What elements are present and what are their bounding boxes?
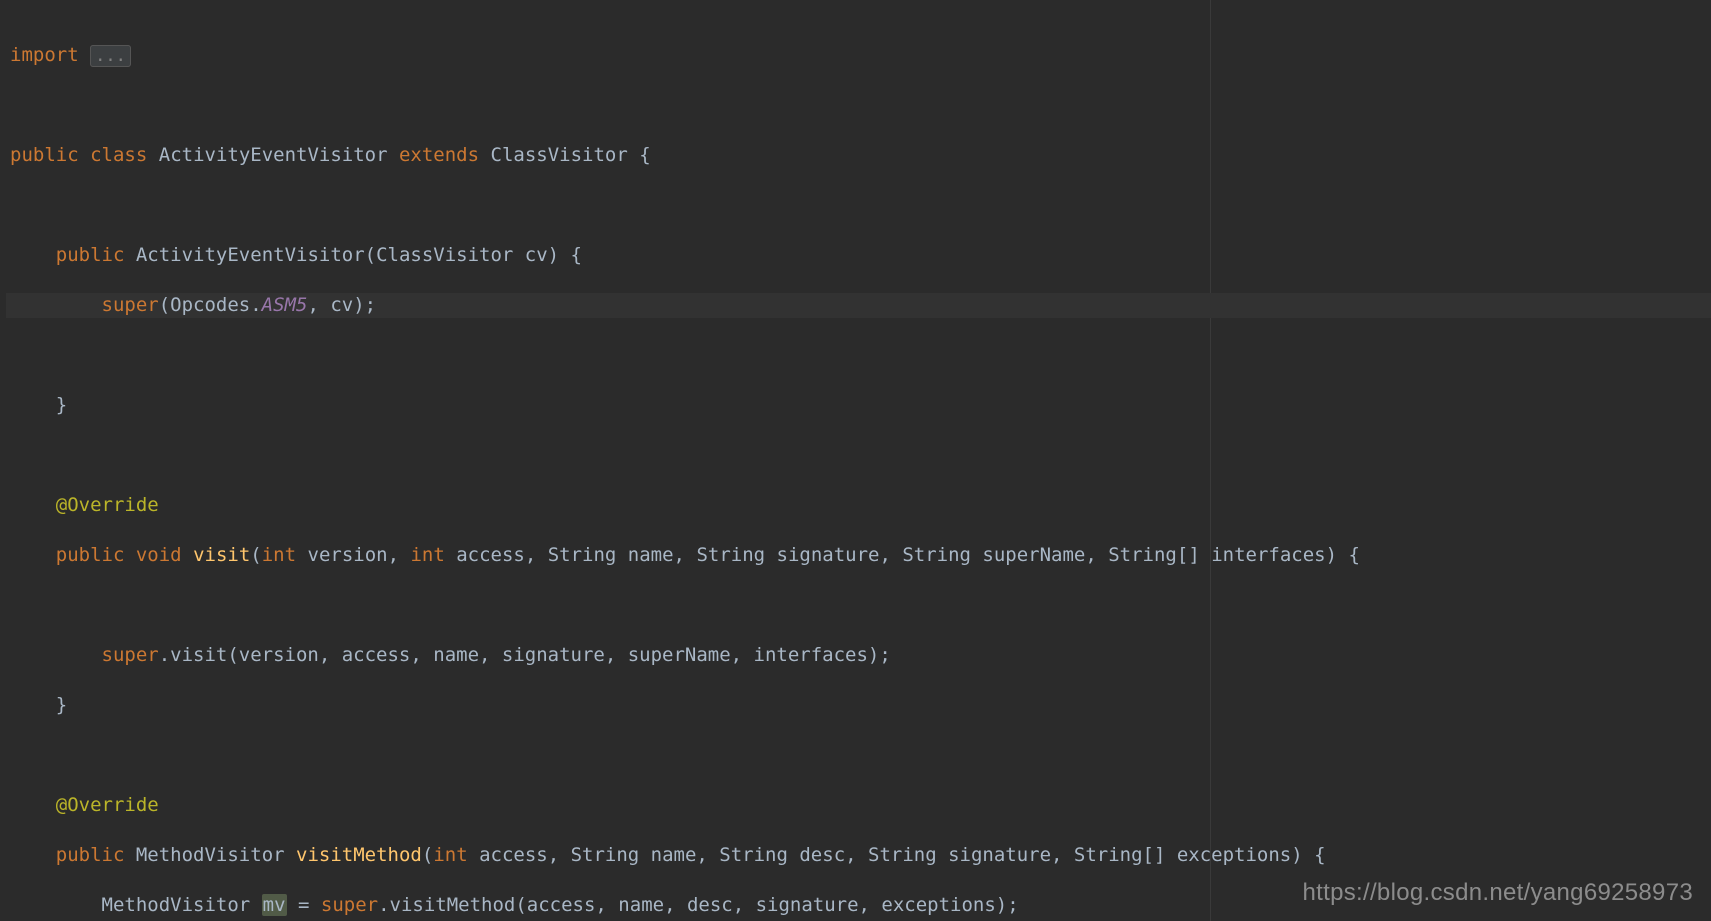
keyword-public: public xyxy=(56,544,125,566)
keyword-public: public xyxy=(56,244,125,266)
code-line[interactable]: public ActivityEventVisitor(ClassVisitor… xyxy=(6,243,1711,268)
ctor-name: ActivityEventVisitor xyxy=(136,244,365,266)
keyword-int: int xyxy=(410,544,444,566)
keyword-int: int xyxy=(262,544,296,566)
params: (ClassVisitor cv) { xyxy=(365,244,582,266)
code-line[interactable]: import ... xyxy=(6,43,1711,68)
watermark-text: https://blog.csdn.net/yang69258973 xyxy=(1303,879,1694,907)
annotation-override: @Override xyxy=(56,494,159,516)
keyword-int: int xyxy=(433,844,467,866)
keyword-void: void xyxy=(136,544,182,566)
keyword-public: public xyxy=(56,844,125,866)
keyword-import: import xyxy=(10,44,79,66)
code-line[interactable]: @Override xyxy=(6,493,1711,518)
code-line[interactable] xyxy=(6,93,1711,118)
keyword-extends: extends xyxy=(399,144,479,166)
code-line[interactable] xyxy=(6,193,1711,218)
annotation-override: @Override xyxy=(56,794,159,816)
code-line-current[interactable]: super(Opcodes.ASM5, cv); xyxy=(6,293,1711,318)
code-line[interactable]: public MethodVisitor visitMethod(int acc… xyxy=(6,843,1711,868)
code-line[interactable] xyxy=(6,343,1711,368)
keyword-public: public xyxy=(10,144,79,166)
code-line[interactable]: public void visit(int version, int acces… xyxy=(6,543,1711,568)
fold-icon[interactable]: ... xyxy=(90,45,131,67)
code-area[interactable]: import ... public class ActivityEventVis… xyxy=(6,18,1711,921)
keyword-super: super xyxy=(321,894,378,916)
method-name: visit xyxy=(193,544,250,566)
keyword-class: class xyxy=(90,144,147,166)
keyword-super: super xyxy=(102,294,159,316)
after-asm5: , cv); xyxy=(307,294,376,316)
brace-close: } xyxy=(56,394,67,416)
code-line[interactable] xyxy=(6,443,1711,468)
super-class: ClassVisitor xyxy=(491,144,628,166)
code-line[interactable] xyxy=(6,593,1711,618)
code-line[interactable]: public class ActivityEventVisitor extend… xyxy=(6,143,1711,168)
class-name: ActivityEventVisitor xyxy=(159,144,388,166)
code-line[interactable]: } xyxy=(6,693,1711,718)
keyword-super: super xyxy=(102,644,159,666)
method-name: visitMethod xyxy=(296,844,422,866)
static-field: ASM5 xyxy=(262,294,308,316)
code-line[interactable]: super.visit(version, access, name, signa… xyxy=(6,643,1711,668)
code-line[interactable]: } xyxy=(6,393,1711,418)
code-line[interactable] xyxy=(6,743,1711,768)
local-var-highlight: mv xyxy=(262,894,287,916)
code-editor[interactable]: import ... public class ActivityEventVis… xyxy=(0,0,1711,921)
brace-open: { xyxy=(639,144,650,166)
brace-close: } xyxy=(56,694,67,716)
after-super: (Opcodes. xyxy=(159,294,262,316)
code-line[interactable]: @Override xyxy=(6,793,1711,818)
